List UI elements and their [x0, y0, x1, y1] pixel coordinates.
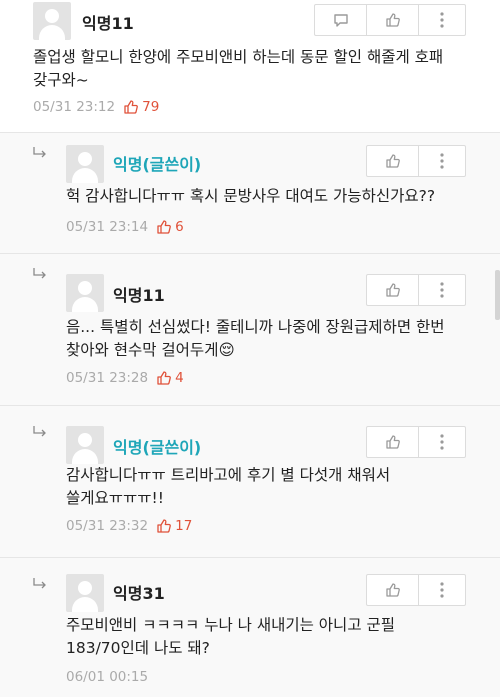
- reply-arrow-icon: [33, 578, 46, 589]
- like-count-value: 6: [175, 219, 184, 235]
- more-vertical-icon: [440, 582, 444, 598]
- comment-item: 익명11 졸업생 할모니 한양에 주모비앤비 하는데 동문 할인 해줄게 호패 …: [0, 0, 500, 133]
- like-button[interactable]: [367, 5, 419, 35]
- comment-text: 감사합니다ㅠㅠ 트리바고에 후기 별 다섯개 채워서 쓸게요ㅠㅠㅠ!!: [66, 464, 390, 510]
- comment-text-line: 음... 특별히 선심썼다! 줄테니까 나중에 장원급제하면 한번: [66, 318, 445, 336]
- thumbs-up-icon: [385, 13, 400, 27]
- comment-text-line: 감사합니다ㅠㅠ 트리바고에 후기 별 다섯개 채워서: [66, 466, 391, 484]
- comment-meta: 05/31 23:28 4: [66, 370, 184, 386]
- comment-author[interactable]: 익명(글쓴이): [113, 434, 201, 458]
- comment-actions: [366, 145, 466, 177]
- comment-timestamp: 05/31 23:32: [66, 518, 149, 534]
- scrollbar[interactable]: [495, 270, 500, 320]
- more-button[interactable]: [419, 5, 465, 35]
- reply-arrow-icon: [33, 426, 46, 437]
- comment-text-line: 주모비앤비 ㅋㅋㅋㅋ 누나 나 새내기는 아니고 군필: [66, 616, 396, 634]
- like-button[interactable]: [367, 146, 419, 176]
- comment-actions: [366, 426, 466, 458]
- more-vertical-icon: [440, 434, 444, 450]
- speech-bubble-icon: [333, 13, 348, 27]
- comment-text: 주모비앤비 ㅋㅋㅋㅋ 누나 나 새내기는 아니고 군필 183/70인데 나도 …: [66, 614, 395, 660]
- comment-meta: 05/31 23:32 17: [66, 518, 192, 534]
- like-count-value: 79: [142, 99, 160, 115]
- comment-actions: [366, 274, 466, 306]
- comment-author[interactable]: 익명(글쓴이): [113, 151, 201, 175]
- comment-meta: 05/31 23:12 79: [33, 99, 159, 115]
- avatar[interactable]: [66, 574, 104, 612]
- comment-author[interactable]: 익명11: [82, 10, 134, 34]
- comment-text-line: 헉 감사합니다ㅠㅠ 혹시 문방사우 대여도 가능하신가요??: [66, 187, 436, 205]
- thumbs-up-icon: [157, 519, 171, 533]
- comment-author[interactable]: 익명31: [113, 580, 165, 604]
- thumbs-up-icon: [385, 154, 400, 168]
- avatar[interactable]: [66, 426, 104, 464]
- like-count-value: 4: [175, 370, 184, 386]
- thumbs-up-icon: [385, 435, 400, 449]
- comment-author[interactable]: 익명11: [113, 282, 165, 306]
- reply-arrow-icon: [33, 147, 46, 158]
- like-button[interactable]: [367, 575, 419, 605]
- comment-timestamp: 05/31 23:14: [66, 219, 149, 235]
- reply-item: 익명(글쓴이) 감사합니다ㅠㅠ 트리바고에 후기 별 다섯개 채워서 쓸게요ㅠㅠ…: [0, 405, 500, 557]
- avatar[interactable]: [66, 145, 104, 183]
- comment-text-line: 갖구와~: [33, 71, 89, 89]
- like-button[interactable]: [367, 427, 419, 457]
- thumbs-up-icon: [385, 283, 400, 297]
- thumbs-up-icon: [157, 371, 171, 385]
- reply-item: 익명11 음... 특별히 선심썼다! 줄테니까 나중에 장원급제하면 한번 찾…: [0, 253, 500, 405]
- comment-actions: [314, 4, 466, 36]
- like-count: 6: [156, 219, 184, 235]
- avatar[interactable]: [33, 2, 71, 40]
- more-button[interactable]: [419, 146, 465, 176]
- thumbs-up-icon: [157, 220, 171, 234]
- reply-button[interactable]: [315, 5, 367, 35]
- comment-text: 음... 특별히 선심썼다! 줄테니까 나중에 장원급제하면 한번 찾아와 현수…: [66, 316, 445, 362]
- comment-text-line: 찾아와 현수막 걸어두게😌: [66, 341, 235, 359]
- thumbs-up-icon: [385, 583, 400, 597]
- comment-timestamp: 05/31 23:28: [66, 370, 149, 386]
- like-count: 17: [156, 518, 192, 534]
- more-vertical-icon: [440, 282, 444, 298]
- comment-text: 졸업생 할모니 한양에 주모비앤비 하는데 동문 할인 해줄게 호패 갖구와~: [33, 46, 443, 92]
- reply-item: 익명31 주모비앤비 ㅋㅋㅋㅋ 누나 나 새내기는 아니고 군필 183/70인…: [0, 557, 500, 697]
- like-count: 79: [123, 99, 159, 115]
- more-button[interactable]: [419, 575, 465, 605]
- avatar[interactable]: [66, 274, 104, 312]
- comment-text: 헉 감사합니다ㅠㅠ 혹시 문방사우 대여도 가능하신가요??: [66, 185, 435, 208]
- comment-text-line: 183/70인데 나도 돼?: [66, 639, 210, 657]
- more-vertical-icon: [440, 153, 444, 169]
- more-button[interactable]: [419, 427, 465, 457]
- like-count-value: 17: [175, 518, 193, 534]
- more-vertical-icon: [440, 12, 444, 28]
- thumbs-up-icon: [124, 100, 138, 114]
- comment-meta: 05/31 23:14 6: [66, 219, 184, 235]
- more-button[interactable]: [419, 275, 465, 305]
- reply-item: 익명(글쓴이) 헉 감사합니다ㅠㅠ 혹시 문방사우 대여도 가능하신가요?? 0…: [0, 133, 500, 253]
- reply-arrow-icon: [33, 268, 46, 279]
- like-button[interactable]: [367, 275, 419, 305]
- comment-meta: 06/01 00:15: [66, 669, 148, 685]
- comment-timestamp: 05/31 23:12: [33, 99, 116, 115]
- comment-text-line: 졸업생 할모니 한양에 주모비앤비 하는데 동문 할인 해줄게 호패: [33, 48, 444, 66]
- comment-timestamp: 06/01 00:15: [66, 669, 149, 685]
- comment-actions: [366, 574, 466, 606]
- like-count: 4: [156, 370, 184, 386]
- comment-text-line: 쓸게요ㅠㅠㅠ!!: [66, 489, 164, 507]
